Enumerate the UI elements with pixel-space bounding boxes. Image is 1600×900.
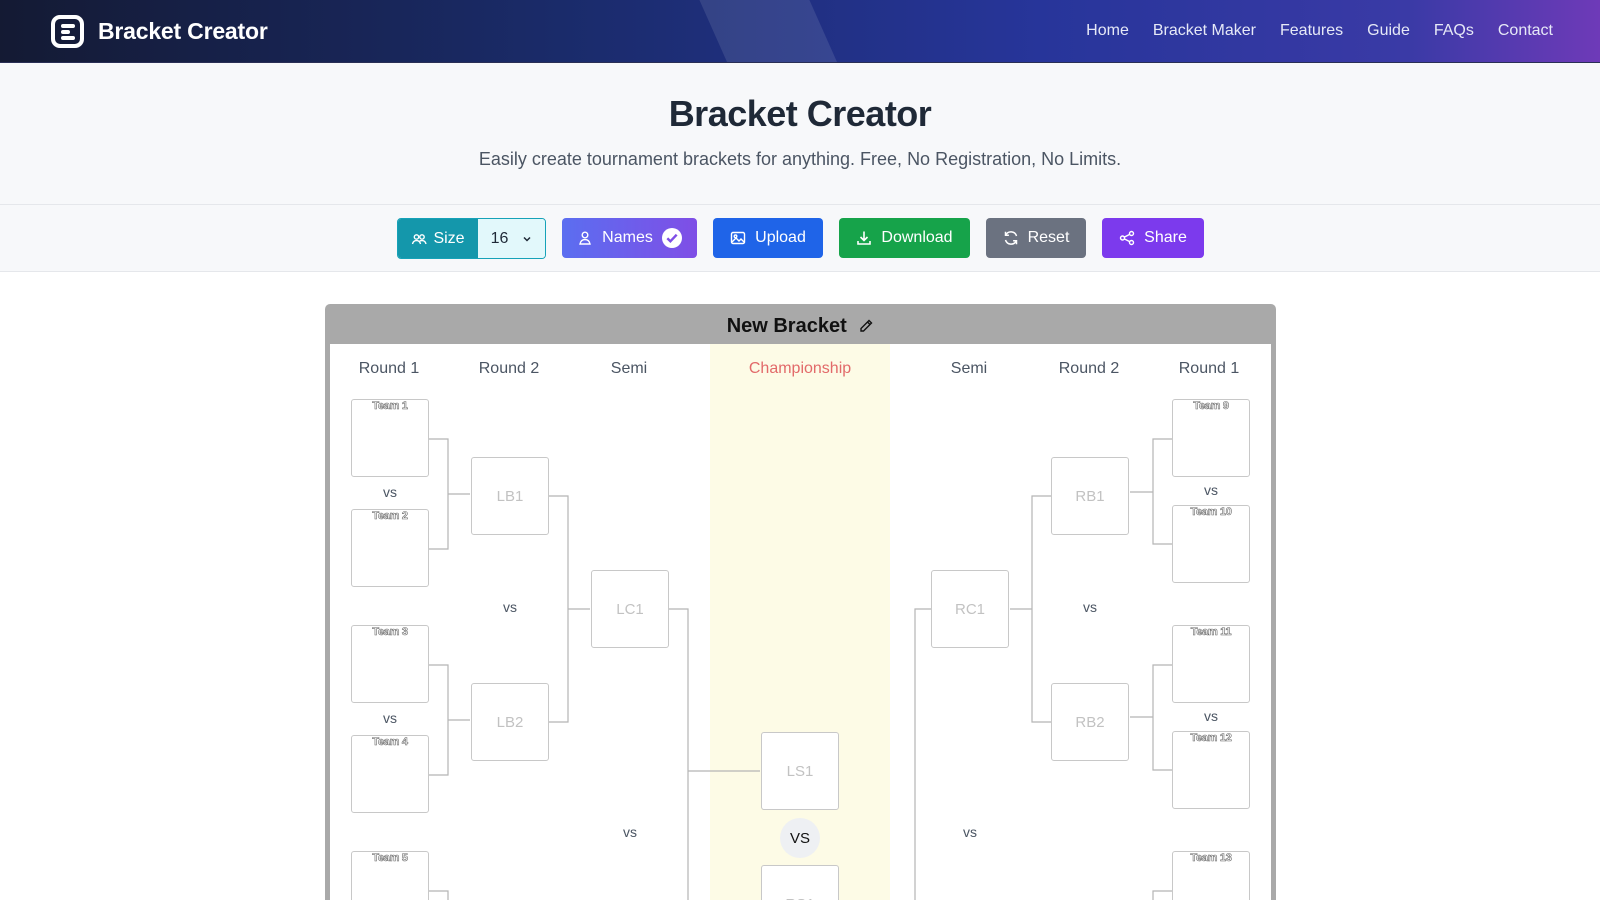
size-select[interactable]: 16 [478, 219, 545, 258]
decorative-stripe [697, 0, 843, 62]
user-icon [579, 231, 592, 245]
team-slot[interactable]: Team 2 [351, 509, 429, 587]
image-icon [730, 231, 746, 245]
match-slot-lb2[interactable]: LB2 [471, 683, 549, 761]
vs-label: vs [1204, 708, 1218, 724]
team-slot[interactable]: Team 3 [351, 625, 429, 703]
team-label: Team 10 [1190, 506, 1232, 519]
final-slot-rs1[interactable]: RS1 [761, 865, 839, 900]
team-label: Team 1 [372, 400, 408, 413]
team-slot[interactable]: Team 12 [1172, 731, 1250, 809]
page-title: Bracket Creator [668, 93, 932, 134]
team-label: Team 12 [1190, 732, 1232, 745]
team-label: Team 5 [372, 852, 408, 865]
refresh-icon [1004, 231, 1017, 245]
share-icon [1119, 230, 1135, 246]
col-head-left-round1: Round 1 [358, 360, 420, 377]
nav-link-guide[interactable]: Guide [1367, 22, 1410, 40]
share-button[interactable]: Share [1102, 218, 1204, 258]
team-slot[interactable]: Team 1 [351, 399, 429, 477]
team-slot[interactable]: Team 9 [1172, 399, 1250, 477]
download-button[interactable]: Download [839, 218, 970, 258]
bracket-toolbar: Size 16 Names Upload Download Reset Shar… [0, 205, 1600, 272]
users-icon [412, 233, 428, 244]
bracket-card: New Bracket Round 1 Round 2 Semi Champio… [325, 304, 1276, 900]
share-label: Share [1144, 229, 1187, 246]
upload-label: Upload [755, 229, 806, 246]
brand-link[interactable]: Bracket Creator [51, 15, 268, 48]
match-slot-rb2[interactable]: RB2 [1051, 683, 1129, 761]
col-head-left-round2: Round 2 [478, 360, 540, 377]
nav-link-bracket-maker[interactable]: Bracket Maker [1153, 22, 1256, 40]
download-label: Download [881, 229, 953, 246]
team-label: Team 9 [1193, 400, 1229, 413]
names-button[interactable]: Names [562, 218, 697, 258]
reset-button[interactable]: Reset [986, 218, 1086, 258]
final-vs-badge: VS [780, 818, 820, 858]
bracket-canvas: Round 1 Round 2 Semi Championship Semi R… [330, 344, 1271, 900]
logo-icon [51, 15, 84, 48]
col-head-left-semi: Semi [610, 360, 648, 377]
reset-label: Reset [1027, 229, 1070, 246]
team-label: Team 2 [372, 510, 408, 523]
pencil-icon[interactable] [858, 318, 874, 334]
vs-label: vs [383, 484, 397, 500]
nav-link-faqs[interactable]: FAQs [1434, 22, 1474, 40]
team-label: Team 13 [1190, 852, 1232, 865]
brand-name: Bracket Creator [98, 18, 268, 44]
top-navbar: Bracket Creator Home Bracket Maker Featu… [0, 0, 1600, 63]
team-slot[interactable]: Team 11 [1172, 625, 1250, 703]
page-subtitle: Easily create tournament brackets for an… [478, 149, 1122, 169]
team-slot[interactable]: Team 10 [1172, 505, 1250, 583]
check-icon [661, 228, 682, 248]
match-slot-lc1[interactable]: LC1 [591, 570, 669, 648]
bracket-connector-lines [428, 438, 1173, 900]
team-slot[interactable]: Team 13 [1172, 851, 1250, 900]
team-label: Team 3 [372, 626, 408, 639]
team-slot[interactable]: Team 5 [351, 851, 429, 900]
upload-button[interactable]: Upload [713, 218, 823, 258]
nav-link-features[interactable]: Features [1280, 22, 1343, 40]
vs-label: vs [383, 710, 397, 726]
bracket-title-row[interactable]: New Bracket [325, 315, 1276, 338]
col-head-right-semi: Semi [950, 360, 988, 377]
chevron-down-icon [523, 236, 531, 242]
col-head-championship: Championship [748, 360, 852, 377]
vs-label: vs [963, 824, 977, 840]
match-slot-lb1[interactable]: LB1 [471, 457, 549, 535]
team-label: Team 4 [372, 736, 408, 749]
vs-label: vs [1204, 482, 1218, 498]
size-control: Size 16 [397, 218, 546, 259]
nav-link-home[interactable]: Home [1086, 22, 1129, 40]
final-slot-ls1[interactable]: LS1 [761, 732, 839, 810]
match-slot-rb1[interactable]: RB1 [1051, 457, 1129, 535]
vs-label: vs [503, 599, 517, 615]
col-head-right-round2: Round 2 [1058, 360, 1120, 377]
col-head-right-round1: Round 1 [1178, 360, 1240, 377]
vs-label: vs [623, 824, 637, 840]
nav-link-contact[interactable]: Contact [1498, 22, 1553, 40]
bracket-title: New Bracket [726, 315, 847, 337]
vs-label: vs [1083, 599, 1097, 615]
size-button[interactable]: Size [398, 219, 478, 258]
team-slot[interactable]: Team 4 [351, 735, 429, 813]
team-label: Team 11 [1190, 626, 1232, 639]
size-value: 16 [490, 229, 509, 247]
nav-links: Home Bracket Maker Features Guide FAQs C… [1086, 22, 1553, 40]
match-slot-rc1[interactable]: RC1 [931, 570, 1009, 648]
hero-section: Bracket Creator Easily create tournament… [0, 63, 1600, 205]
download-icon [857, 231, 872, 245]
names-label: Names [602, 229, 653, 246]
size-label: Size [433, 229, 465, 247]
